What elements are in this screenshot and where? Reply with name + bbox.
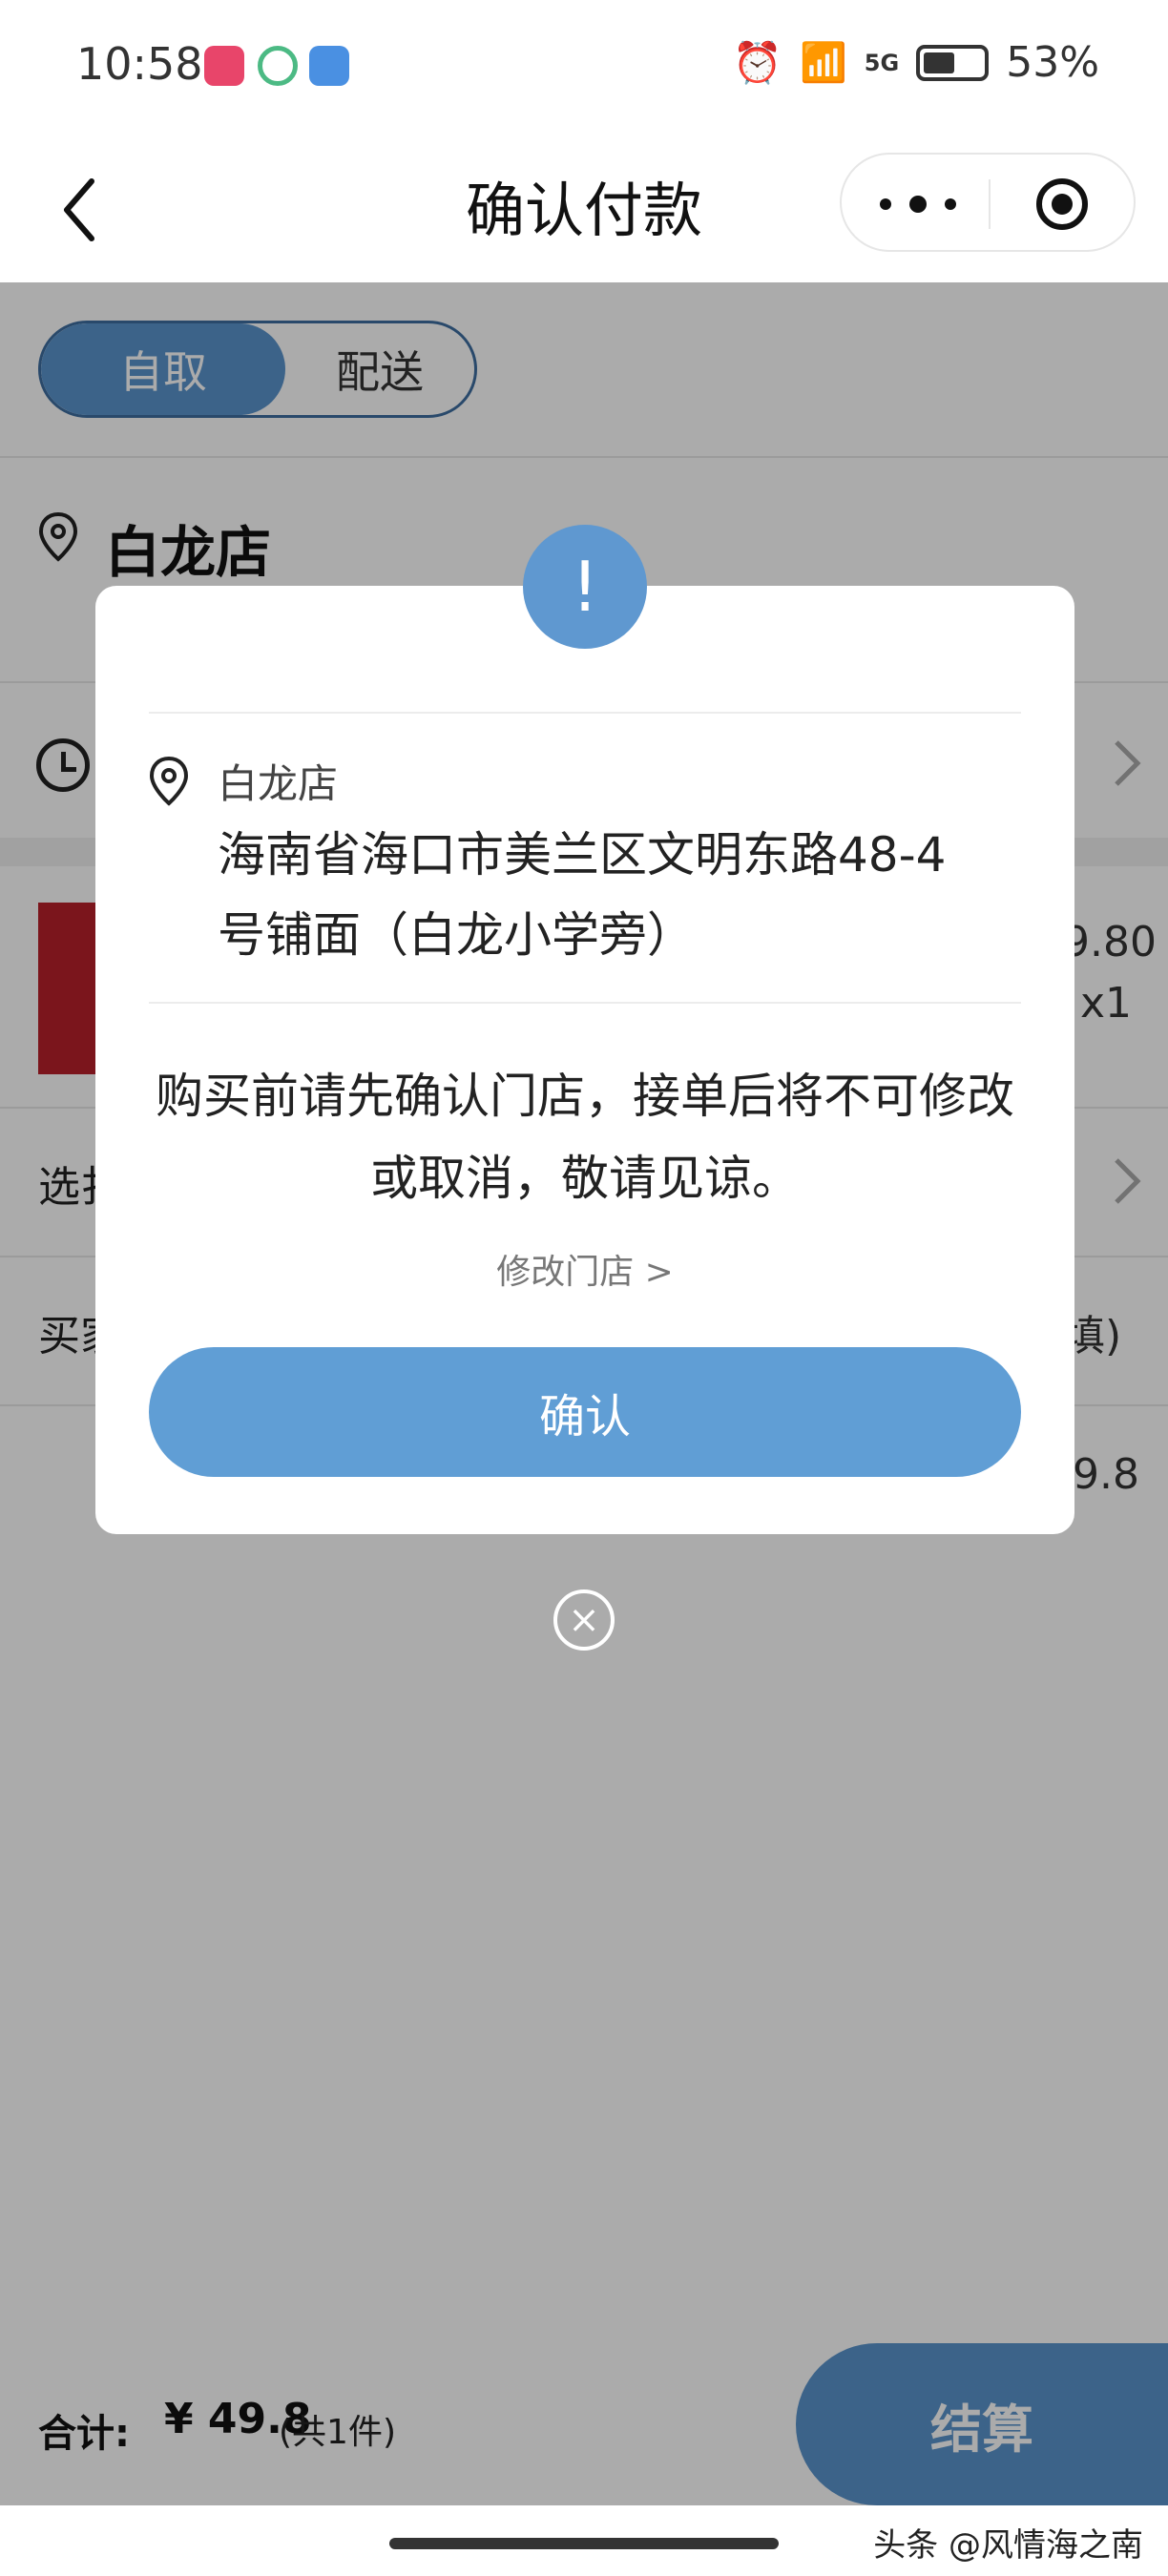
status-right-group: ⏰ 📶 5G 53% bbox=[733, 38, 1099, 87]
alarm-icon: ⏰ bbox=[732, 38, 782, 86]
modal-notice: 购买前请先确认门店，接单后将不可修改或取消，敬请见谅。 bbox=[156, 1069, 1014, 1206]
confirm-store-modal: ! 白龙店 海南省海口市美兰区文明东路48-4号铺面（白龙小学旁） 购买前请先确… bbox=[95, 525, 1074, 1534]
divider bbox=[149, 1002, 1021, 1004]
battery-fill bbox=[924, 52, 955, 73]
dot bbox=[909, 196, 927, 213]
sync-icon bbox=[258, 46, 298, 86]
location-pin-icon bbox=[149, 756, 189, 806]
dot bbox=[945, 198, 956, 210]
close-icon[interactable]: × bbox=[553, 1589, 615, 1651]
home-indicator[interactable] bbox=[389, 2538, 779, 2549]
status-bar: 10:58 ⏰ 📶 5G 53% bbox=[0, 0, 1168, 134]
battery-icon bbox=[916, 44, 990, 81]
watermark: 头条 @风情海之南 bbox=[873, 2526, 1143, 2565]
app-notification-icon bbox=[204, 46, 244, 86]
status-time: 10:58 bbox=[76, 38, 203, 90]
divider bbox=[149, 712, 1021, 714]
wifi-icon: 📶 bbox=[799, 41, 847, 85]
network-label: 5G bbox=[864, 49, 900, 76]
mini-program-capsule bbox=[840, 153, 1136, 252]
home-bar-area: 头条 @风情海之南 bbox=[0, 2505, 1168, 2576]
nav-bar: 确认付款 bbox=[0, 134, 1168, 282]
modal-store-address: 海南省海口市美兰区文明东路48-4号铺面（白龙小学旁） bbox=[218, 827, 947, 963]
battery-percent: 53% bbox=[1006, 38, 1099, 87]
capsule-divider bbox=[989, 179, 991, 229]
change-store-link[interactable]: 修改门店 > bbox=[95, 1244, 1074, 1294]
more-dots-icon[interactable] bbox=[880, 177, 956, 231]
dot bbox=[880, 198, 891, 210]
target-icon[interactable] bbox=[1036, 178, 1088, 230]
weather-icon bbox=[309, 46, 349, 86]
alert-icon: ! bbox=[523, 525, 647, 649]
modal-store-name: 白龙店 bbox=[218, 760, 339, 807]
confirm-button[interactable]: 确认 bbox=[149, 1347, 1021, 1477]
